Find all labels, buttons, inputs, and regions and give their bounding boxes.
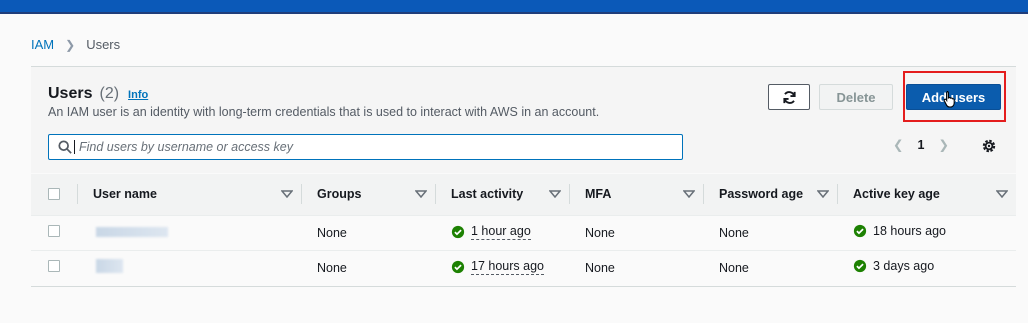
search-icon <box>58 140 72 154</box>
breadcrumb: IAM ❯ Users <box>31 37 120 52</box>
sort-triangle-icon[interactable] <box>549 190 561 199</box>
groups-cell: None <box>317 260 347 275</box>
search-field[interactable] <box>48 134 683 160</box>
sort-triangle-icon[interactable] <box>281 190 293 199</box>
text-cursor <box>74 140 75 154</box>
active-key-age-text: 3 days ago <box>873 259 935 274</box>
table-header-row: User name Groups Last activity MFA Passw… <box>31 174 1016 215</box>
status-success: 3 days ago <box>853 259 934 273</box>
sort-triangle-icon[interactable] <box>996 190 1008 199</box>
column-header-user-name[interactable]: User name <box>78 174 302 215</box>
column-header-last-activity[interactable]: Last activity <box>436 174 570 215</box>
pagination: ❮ 1 ❯ <box>893 137 949 153</box>
check-circle-icon <box>451 260 465 273</box>
mfa-cell: None <box>585 225 615 240</box>
status-success: 17 hours ago <box>451 259 544 275</box>
column-header-password-age[interactable]: Password age <box>704 174 838 215</box>
check-circle-icon <box>451 225 465 238</box>
password-age-cell: None <box>719 260 749 275</box>
redacted-username[interactable] <box>96 226 168 237</box>
column-header-groups[interactable]: Groups <box>302 174 436 215</box>
column-label: Last activity <box>451 187 524 202</box>
refresh-button[interactable] <box>768 84 810 110</box>
groups-cell: None <box>317 225 347 240</box>
last-activity-text[interactable]: 1 hour ago <box>471 224 531 240</box>
check-circle-icon <box>853 260 867 273</box>
table-row[interactable]: None 17 hours ago None None 3 days ago <box>31 250 1016 285</box>
active-key-age-text: 18 hours ago <box>873 224 946 238</box>
column-label: Groups <box>317 187 362 202</box>
row-checkbox[interactable] <box>48 225 60 237</box>
last-activity-cell: 1 hour ago <box>436 215 570 250</box>
check-circle-icon <box>853 224 867 238</box>
row-select-cell <box>31 215 78 250</box>
breadcrumb-current: Users <box>86 37 121 52</box>
breadcrumb-iam-link[interactable]: IAM <box>31 37 54 52</box>
last-activity-text[interactable]: 17 hours ago <box>471 259 544 275</box>
users-table: User name Groups Last activity MFA Passw… <box>31 174 1016 285</box>
column-label: Active key age <box>853 187 940 202</box>
sort-triangle-icon[interactable] <box>817 190 829 199</box>
page-number[interactable]: 1 <box>917 138 924 152</box>
page-title-group: Users (2) Info <box>48 85 148 103</box>
column-header-mfa[interactable]: MFA <box>570 174 704 215</box>
info-link[interactable]: Info <box>128 89 148 101</box>
chevron-right-icon[interactable]: ❯ <box>938 137 948 152</box>
active-key-age-cell: 18 hours ago <box>838 215 1016 250</box>
page-title: Users <box>48 85 93 102</box>
column-label: MFA <box>585 187 612 202</box>
last-activity-cell: 17 hours ago <box>436 250 570 285</box>
delete-button[interactable]: Delete <box>819 84 893 110</box>
column-label: Password age <box>719 187 804 202</box>
column-label: User name <box>93 187 157 202</box>
active-key-age-cell: 3 days ago <box>838 250 1016 285</box>
table-header: Users (2) Info An IAM user is an identit… <box>31 67 1016 173</box>
table-row[interactable]: None 1 hour ago None None 18 hours ago <box>31 215 1016 250</box>
sort-triangle-icon[interactable] <box>415 190 427 199</box>
column-header-active-key-age[interactable]: Active key age <box>838 174 1016 215</box>
row-checkbox[interactable] <box>48 260 60 273</box>
chevron-left-icon[interactable]: ❮ <box>893 137 903 152</box>
status-success: 18 hours ago <box>853 224 946 238</box>
password-age-cell: None <box>719 225 749 240</box>
row-select-cell <box>31 250 78 285</box>
user-name-cell[interactable] <box>78 250 302 285</box>
redacted-username[interactable] <box>96 259 123 274</box>
sort-triangle-icon[interactable] <box>683 190 695 199</box>
select-all-header <box>31 174 78 215</box>
users-count: (2) <box>99 85 120 102</box>
gear-icon[interactable] <box>981 138 997 154</box>
mfa-cell: None <box>585 260 615 275</box>
console-top-bar <box>0 0 1028 14</box>
users-table-container: Users (2) Info An IAM user is an identit… <box>31 66 1016 287</box>
refresh-icon <box>782 90 796 104</box>
chevron-right-icon: ❯ <box>65 37 76 52</box>
select-all-checkbox[interactable] <box>48 188 60 201</box>
search-input[interactable] <box>79 140 659 154</box>
mouse-pointer-icon <box>943 90 955 108</box>
page-description: An IAM user is an identity with long-ter… <box>48 105 600 119</box>
status-success: 1 hour ago <box>451 224 531 240</box>
user-name-cell[interactable] <box>78 215 302 250</box>
